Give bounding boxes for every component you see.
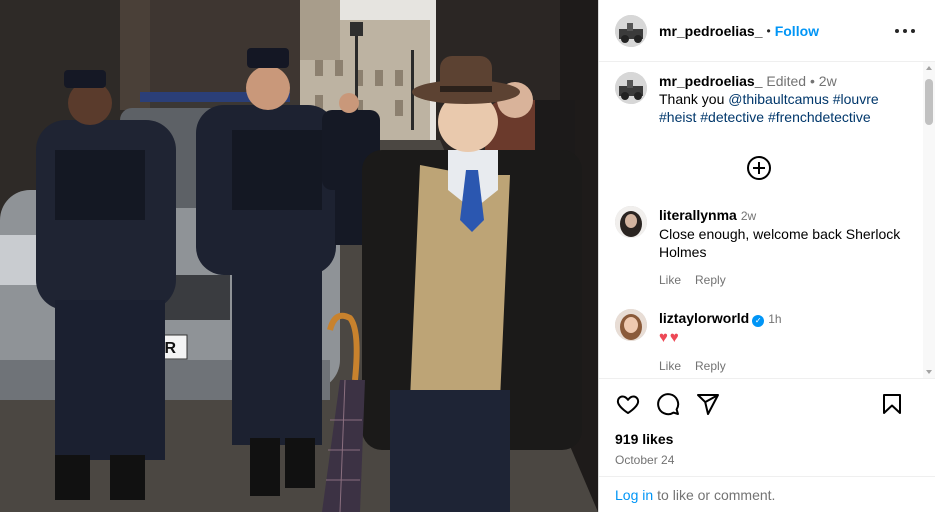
post-header: mr_pedroelias_ • Follow <box>599 0 935 62</box>
comment-username[interactable]: literallynma <box>659 207 737 223</box>
caption-mention[interactable]: @thibaultcamus <box>728 91 829 107</box>
verified-badge-icon: ✓ <box>752 315 765 327</box>
comment-body: liztaylorworld ✓ 1h ♥♥ Like Reply <box>659 309 782 375</box>
hashtag-link[interactable]: #heist <box>659 109 696 125</box>
comment-time[interactable]: 2w <box>741 209 756 223</box>
comment-actions: Like Reply <box>659 271 923 289</box>
post-side-panel: mr_pedroelias_ • Follow mr_pedroelias_ E… <box>598 0 935 512</box>
reply-button[interactable]: Reply <box>695 271 726 289</box>
login-prompt: to like or comment. <box>657 486 776 503</box>
comment-body: literallynma 2w Close enough, welcome bac… <box>659 206 923 289</box>
comment-text: Close enough, welcome back Sherlock Holm… <box>659 226 901 260</box>
caption-edited: Edited • <box>766 73 815 89</box>
reply-button[interactable]: Reply <box>695 357 726 375</box>
scroll-up-icon[interactable] <box>926 66 932 70</box>
post-date[interactable]: October 24 <box>615 453 919 467</box>
street-scene-image: 9-MR <box>0 0 598 512</box>
login-bar: Log in to like or comment. <box>599 476 935 512</box>
comment-item: liztaylorworld ✓ 1h ♥♥ Like Reply <box>615 309 923 375</box>
caption-avatar[interactable] <box>615 72 647 104</box>
comment-actions: Like Reply <box>659 357 782 375</box>
commenter-avatar[interactable] <box>615 206 647 238</box>
separator-dot: • <box>766 23 771 38</box>
hashtag-link[interactable]: #louvre <box>833 91 879 107</box>
caption-username[interactable]: mr_pedroelias_ <box>659 73 763 89</box>
bookmark-icon[interactable] <box>879 391 905 417</box>
like-comment-button[interactable]: Like <box>659 357 681 375</box>
comment-text: ♥♥ <box>659 329 681 346</box>
commenter-avatar-image <box>615 309 647 341</box>
scroll-down-icon[interactable] <box>926 370 932 374</box>
comment-item: literallynma 2w Close enough, welcome bac… <box>615 206 923 289</box>
scrollbar-thumb[interactable] <box>925 79 933 125</box>
caption-avatar-image <box>615 72 647 104</box>
comments-scrollbar[interactable] <box>923 62 935 378</box>
action-icons <box>615 379 919 429</box>
more-options-icon[interactable] <box>895 21 915 41</box>
login-link[interactable]: Log in <box>615 487 653 503</box>
author-username[interactable]: mr_pedroelias_ <box>659 23 763 39</box>
follow-button[interactable]: Follow <box>775 23 819 39</box>
comment-time[interactable]: 1h <box>768 312 781 326</box>
comment-username[interactable]: liztaylorworld <box>659 310 749 326</box>
speech-bubble-icon[interactable] <box>655 391 681 417</box>
hashtag-link[interactable]: #detective <box>700 109 764 125</box>
hashtag-link[interactable]: #frenchdetective <box>768 109 871 125</box>
commenter-avatar[interactable] <box>615 309 647 341</box>
likes-count[interactable]: 919 likes <box>615 431 919 447</box>
caption: mr_pedroelias_ Edited • 2w Thank you @th… <box>599 62 923 126</box>
comments-list[interactable]: mr_pedroelias_ Edited • 2w Thank you @th… <box>599 62 923 378</box>
action-bar: 919 likes October 24 <box>599 378 935 474</box>
like-comment-button[interactable]: Like <box>659 271 681 289</box>
post-photo[interactable]: 9-MR <box>0 0 598 512</box>
commenter-avatar-image <box>615 206 647 238</box>
author-avatar-image <box>615 14 647 47</box>
caption-text: Thank you <box>659 91 729 107</box>
paper-plane-icon[interactable] <box>695 391 721 417</box>
plus-circle-icon[interactable] <box>747 156 771 180</box>
heart-icon[interactable] <box>615 391 641 417</box>
caption-time[interactable]: 2w <box>819 73 837 89</box>
caption-body: mr_pedroelias_ Edited • 2w Thank you @th… <box>659 72 879 126</box>
author-avatar[interactable] <box>615 14 647 47</box>
